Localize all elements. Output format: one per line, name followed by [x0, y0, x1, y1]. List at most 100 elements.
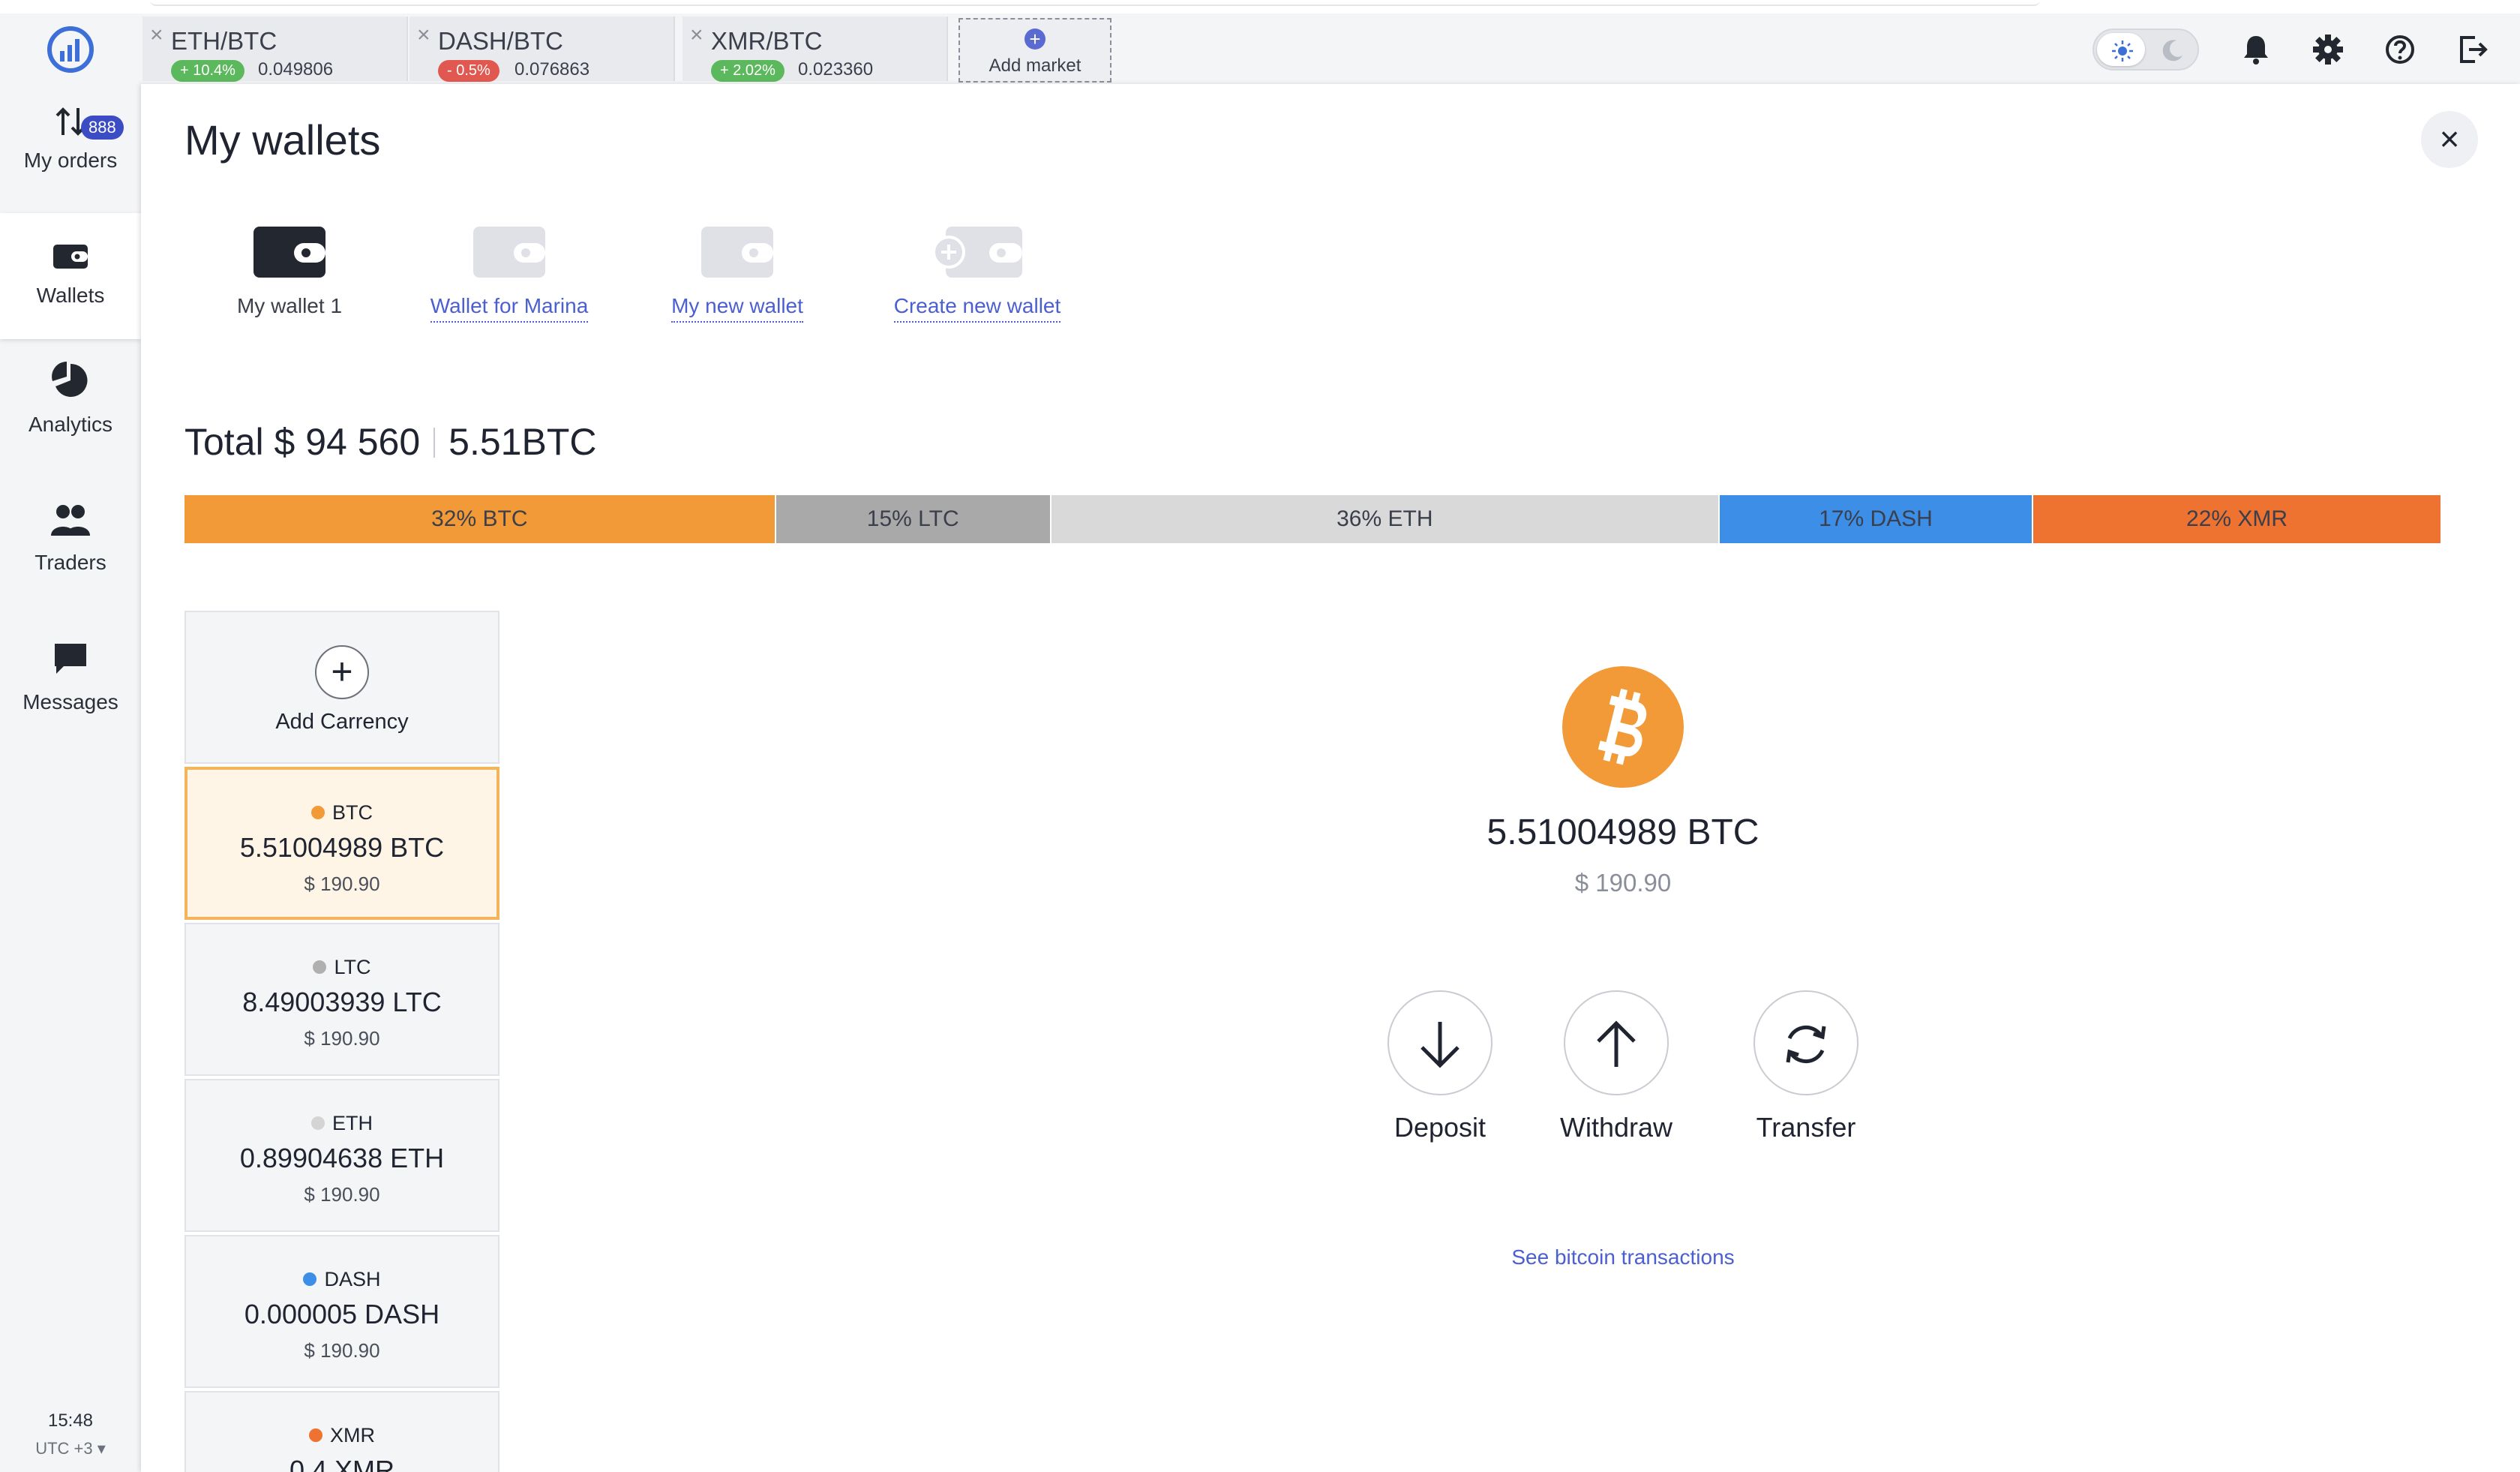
wallet-name: Create new wallet — [893, 294, 1061, 323]
transfer-label: Transfer — [1756, 1112, 1856, 1143]
currency-amount: 0.89904638 ETH — [239, 1143, 445, 1173]
currency-ticker: ETH — [186, 1112, 498, 1135]
top-bar: × ETH/BTC + 10.4% 0.049806 × DASH/BTC - … — [0, 0, 2520, 84]
arrow-down-icon — [1420, 1022, 1460, 1068]
market-tab-eth-btc[interactable]: × ETH/BTC + 10.4% 0.049806 — [142, 17, 408, 82]
market-tab-dash-btc[interactable]: × DASH/BTC - 0.5% 0.076863 — [410, 17, 675, 82]
currency-card-btc[interactable]: BTC 5.51004989 BTC $ 190.90 — [184, 767, 500, 920]
wallet-my-wallet-1[interactable]: My wallet 1 — [218, 224, 362, 318]
market-price: 0.049806 — [258, 59, 334, 80]
market-pair: XMR/BTC — [711, 27, 823, 55]
orders-count-badge: 888 — [81, 116, 124, 140]
refresh-icon — [1786, 1025, 1826, 1064]
selected-amount: 5.51004989 BTC — [1486, 813, 1760, 852]
help-icon[interactable] — [2382, 32, 2418, 68]
bitcoin-icon — [1562, 666, 1684, 788]
currency-dot — [309, 1428, 322, 1442]
withdraw-button[interactable]: Withdraw — [1541, 990, 1691, 1143]
plus-icon: + — [1024, 29, 1046, 50]
add-currency-button[interactable]: + Add Carrency — [184, 611, 500, 764]
bell-icon[interactable] — [2238, 32, 2274, 68]
create-new-wallet-button[interactable]: Create new wallet — [876, 224, 1078, 323]
currency-ticker: DASH — [186, 1268, 498, 1291]
sidebar-item-label: Traders — [34, 551, 106, 574]
total-btc: 5.51BTC — [448, 421, 597, 463]
sidebar-item-messages[interactable]: Messages — [0, 641, 141, 753]
market-pair: ETH/BTC — [171, 27, 278, 55]
page-title: My wallets — [184, 116, 381, 164]
currency-dot — [311, 806, 325, 819]
deposit-button[interactable]: Deposit — [1365, 990, 1515, 1143]
sun-icon — [2112, 41, 2133, 62]
currency-card-ltc[interactable]: LTC 8.49003939 LTC $ 190.90 — [184, 923, 500, 1076]
total-label: Total — [184, 421, 264, 463]
see-transactions-link[interactable]: See bitcoin transactions — [1323, 1245, 1923, 1269]
currency-dot — [303, 1272, 317, 1286]
plus-icon: + — [315, 645, 369, 699]
currency-amount: 5.51004989 BTC — [239, 832, 445, 863]
transfer-button[interactable]: Transfer — [1731, 990, 1881, 1143]
add-wallet-icon — [932, 227, 1022, 278]
wallet-for-marina[interactable]: Wallet for Marina — [423, 224, 596, 323]
sidebar-item-wallets[interactable]: Wallets — [0, 213, 141, 339]
total-balance: Total $ 94 560 5.51BTC — [184, 420, 597, 464]
market-price: 0.023360 — [798, 59, 874, 80]
currency-ticker: XMR — [186, 1424, 498, 1447]
currency-usd: $ 190.90 — [304, 1027, 380, 1050]
sidebar: 888 My orders Wallets Analytics Traders … — [0, 84, 141, 1472]
currency-amount: 8.49003939 LTC — [242, 987, 442, 1017]
wallet-my-new-wallet[interactable]: My new wallet — [658, 224, 816, 323]
distribution-segment: 15% LTC — [776, 495, 1052, 543]
sidebar-item-label: My orders — [23, 149, 118, 172]
currency-card-eth[interactable]: ETH 0.89904638 ETH $ 190.90 — [184, 1079, 500, 1232]
currency-usd: $ 190.90 — [304, 873, 380, 895]
distribution-bar: 32% BTC 15% LTC 36% ETH 17% DASH 22% XMR — [184, 495, 2442, 543]
distribution-segment: 22% XMR — [2033, 495, 2442, 543]
currency-dot — [311, 1116, 325, 1130]
total-usd: $ 94 560 — [274, 421, 421, 463]
close-tab-icon[interactable]: × — [150, 24, 164, 47]
currency-amount: 0.4 XMR — [289, 1455, 395, 1472]
market-pair: DASH/BTC — [438, 27, 563, 55]
change-badge: - 0.5% — [438, 60, 500, 82]
add-market-button[interactable]: + Add market — [958, 18, 1112, 83]
close-icon: × — [2439, 119, 2460, 158]
distribution-segment: 36% ETH — [1051, 495, 1720, 543]
withdraw-label: Withdraw — [1559, 1112, 1673, 1143]
market-tab-xmr-btc[interactable]: × XMR/BTC + 2.02% 0.023360 — [682, 17, 948, 82]
add-currency-label: Add Carrency — [275, 710, 409, 734]
add-market-label: Add market — [988, 56, 1082, 76]
theme-toggle[interactable] — [2092, 29, 2199, 71]
currency-dot — [313, 960, 327, 974]
change-badge: + 10.4% — [171, 60, 244, 82]
deposit-label: Deposit — [1394, 1112, 1486, 1143]
currency-card-xmr[interactable]: XMR 0.4 XMR — [184, 1391, 500, 1472]
wallet-name: Wallet for Marina — [430, 294, 589, 323]
sidebar-item-my-orders[interactable]: 888 My orders — [0, 105, 141, 210]
wallet-icon — [53, 245, 88, 269]
clock: 15:48 — [47, 1410, 94, 1431]
wallet-icon — [254, 227, 326, 278]
gear-icon[interactable] — [2310, 32, 2346, 68]
currency-ticker: BTC — [188, 801, 496, 825]
sidebar-item-label: Analytics — [28, 413, 113, 436]
wallet-name: My new wallet — [671, 294, 803, 323]
logo-icon[interactable] — [44, 23, 98, 77]
sidebar-item-label: Messages — [22, 690, 118, 713]
currency-usd: $ 190.90 — [304, 1183, 380, 1206]
selected-usd: $ 190.90 — [1574, 869, 1672, 897]
currency-card-dash[interactable]: DASH 0.000005 DASH $ 190.90 — [184, 1235, 500, 1388]
currency-ticker: LTC — [186, 956, 498, 979]
logout-icon[interactable] — [2454, 32, 2490, 68]
app-window: × ETH/BTC + 10.4% 0.049806 × DASH/BTC - … — [0, 0, 2520, 1472]
sidebar-item-traders[interactable]: Traders — [0, 501, 141, 614]
wallet-icon — [701, 227, 773, 278]
currency-amount: 0.000005 DASH — [244, 1299, 440, 1329]
close-tab-icon[interactable]: × — [417, 24, 430, 47]
arrow-up-icon — [1597, 1020, 1636, 1067]
timezone-select[interactable]: UTC +3 ▾ — [0, 1439, 141, 1458]
sidebar-item-label: Wallets — [36, 284, 105, 307]
close-button[interactable]: × — [2421, 111, 2478, 168]
sidebar-item-analytics[interactable]: Analytics — [0, 362, 141, 474]
close-tab-icon[interactable]: × — [690, 24, 704, 47]
